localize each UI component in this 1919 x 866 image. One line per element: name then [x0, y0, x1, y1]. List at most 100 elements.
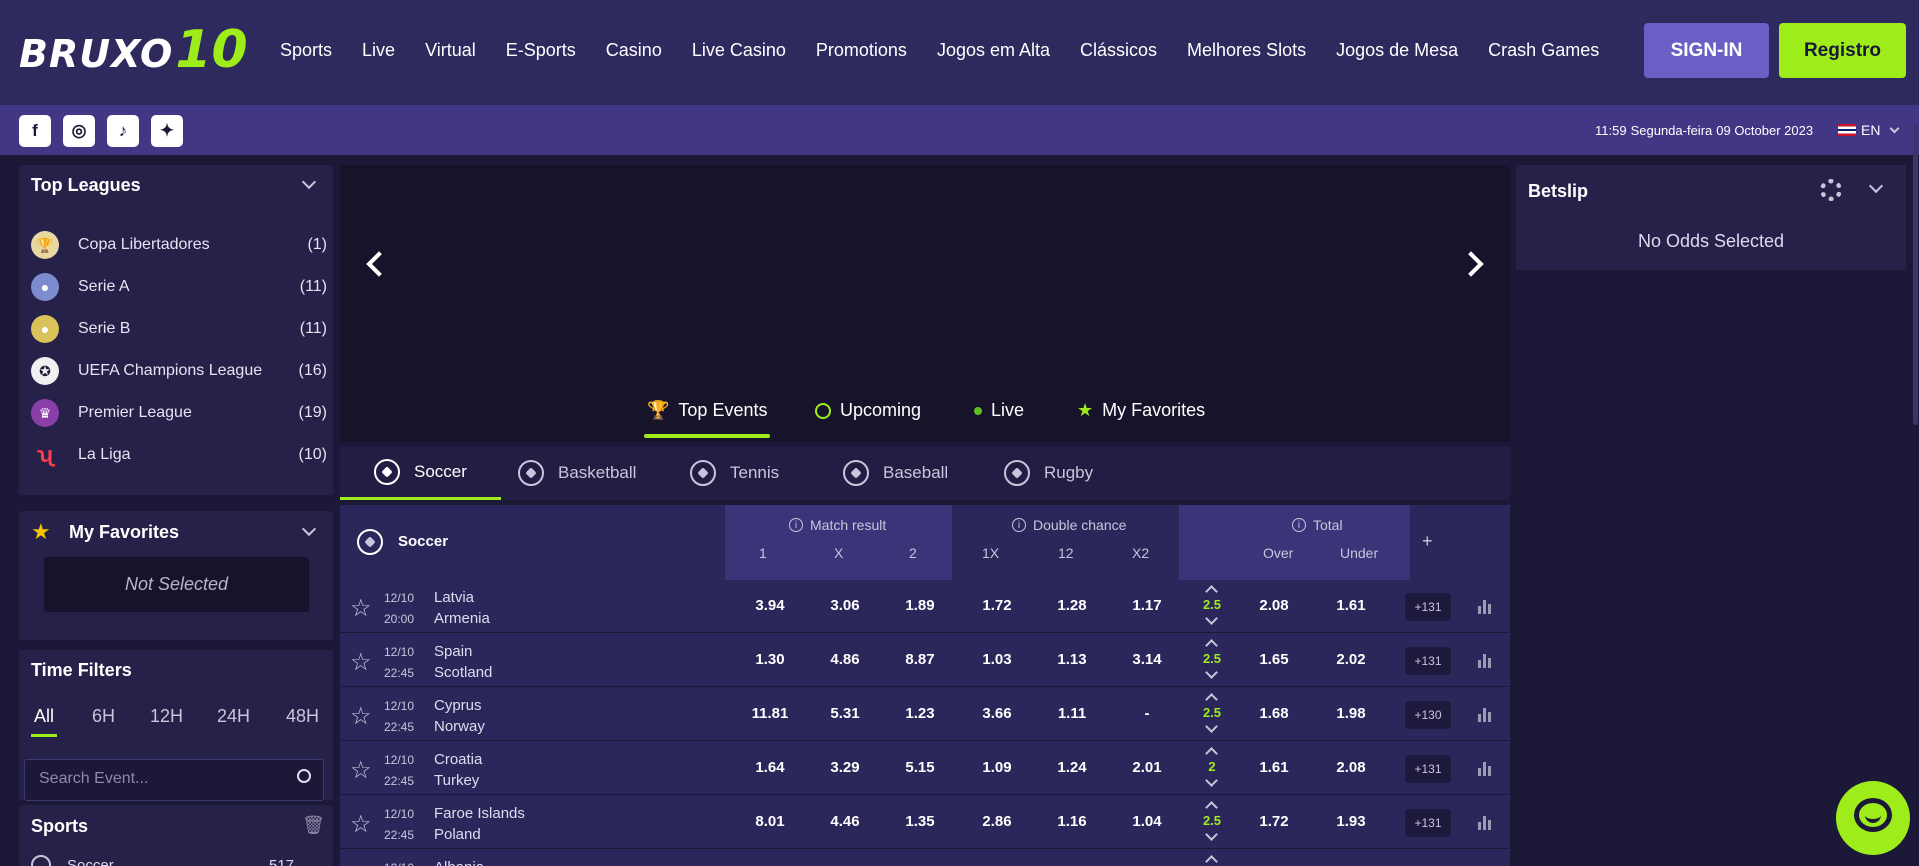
chevron-left-icon[interactable] [366, 251, 392, 277]
nav-live[interactable]: Live [362, 40, 395, 61]
more-markets-button[interactable]: +131 [1405, 593, 1451, 621]
odd-button[interactable]: 1.72 [967, 597, 1027, 614]
logo[interactable]: BRUXO 10 [19, 24, 248, 76]
odd-button[interactable]: 1.04 [1117, 813, 1177, 830]
nav-virtual[interactable]: Virtual [425, 40, 476, 61]
odd-button[interactable]: 3.06 [815, 597, 875, 614]
league-item-serie-a[interactable]: ● Serie A (11) [31, 270, 327, 304]
odd-button[interactable]: 1.30 [740, 651, 800, 668]
odd-button[interactable]: 1.89 [890, 597, 950, 614]
odd-button[interactable]: 3.94 [740, 597, 800, 614]
favorite-star-icon[interactable]: ☆ [350, 756, 372, 785]
favorite-star-icon[interactable]: ☆ [350, 594, 372, 623]
chevron-down-icon[interactable] [1205, 774, 1218, 787]
chevron-down-icon[interactable] [1205, 666, 1218, 679]
odd-button[interactable]: 4.46 [815, 813, 875, 830]
chevron-down-icon[interactable] [1205, 720, 1218, 733]
nav-promotions[interactable]: Promotions [816, 40, 907, 61]
nav-live-casino[interactable]: Live Casino [692, 40, 786, 61]
chevron-up-icon[interactable] [1205, 585, 1218, 598]
odd-button[interactable]: 1.17 [1117, 597, 1177, 614]
over-odd-button[interactable]: 2.08 [1244, 597, 1304, 614]
info-icon[interactable]: i [1012, 518, 1026, 532]
tab-top-events[interactable]: 🏆 Top Events [643, 400, 771, 438]
odd-button[interactable]: 1.13 [1042, 651, 1102, 668]
league-item-copa-libertadores[interactable]: 🏆 Copa Libertadores (1) [31, 228, 327, 262]
over-odd-button[interactable]: 1.68 [1244, 705, 1304, 722]
plus-icon[interactable]: + [1422, 531, 1433, 552]
signin-button[interactable]: SIGN-IN [1644, 23, 1769, 78]
under-odd-button[interactable]: 2.08 [1321, 759, 1381, 776]
chevron-up-icon[interactable] [1205, 693, 1218, 706]
chevron-up-icon[interactable] [1205, 855, 1218, 866]
language-selector[interactable]: EN [1838, 122, 1900, 138]
chevron-up-icon[interactable] [1205, 747, 1218, 760]
under-odd-button[interactable]: 1.98 [1321, 705, 1381, 722]
league-item-serie-b[interactable]: ● Serie B (11) [31, 312, 327, 346]
odd-button[interactable]: 1.35 [890, 813, 950, 830]
over-odd-button[interactable]: 1.65 [1244, 651, 1304, 668]
search-event-input[interactable] [39, 770, 279, 788]
stats-icon[interactable] [1478, 814, 1494, 830]
tab-tennis[interactable]: Tennis [690, 446, 779, 500]
nav-crash-games[interactable]: Crash Games [1488, 40, 1599, 61]
tab-basketball[interactable]: Basketball [518, 446, 636, 500]
league-item-uefa-champions-league[interactable]: ✪ UEFA Champions League (16) [31, 354, 327, 388]
odd-button[interactable]: 2.86 [967, 813, 1027, 830]
nav-jogos-de-mesa[interactable]: Jogos de Mesa [1336, 40, 1458, 61]
tab-soccer[interactable]: Soccer [340, 446, 501, 500]
time-filter-all[interactable]: All [34, 706, 54, 727]
nav-melhores-slots[interactable]: Melhores Slots [1187, 40, 1306, 61]
chevron-down-icon[interactable] [301, 174, 317, 190]
odd-button[interactable]: 3.14 [1117, 651, 1177, 668]
odd-button[interactable]: 3.66 [967, 705, 1027, 722]
trash-icon[interactable]: 🗑 [302, 815, 325, 836]
sport-item-soccer[interactable]: Soccer [67, 857, 114, 866]
more-markets-button[interactable]: +131 [1405, 647, 1451, 675]
chevron-up-icon[interactable] [1205, 639, 1218, 652]
nav-esports[interactable]: E-Sports [506, 40, 576, 61]
favorite-star-icon[interactable]: ☆ [350, 702, 372, 731]
info-icon[interactable]: i [789, 518, 803, 532]
chevron-down-icon[interactable] [1868, 178, 1884, 194]
tab-baseball[interactable]: Baseball [843, 446, 948, 500]
time-filter-6h[interactable]: 6H [92, 706, 115, 727]
odd-button[interactable]: 11.81 [740, 705, 800, 722]
event-teams[interactable]: Latvia Armenia [434, 587, 490, 629]
info-icon[interactable]: i [1292, 518, 1306, 532]
favorite-star-icon[interactable]: ☆ [350, 810, 372, 839]
tab-live[interactable]: Live [974, 400, 1024, 421]
odd-button[interactable]: 1.11 [1042, 705, 1102, 722]
more-markets-button[interactable]: +131 [1405, 755, 1451, 783]
league-item-premier-league[interactable]: ♛ Premier League (19) [31, 396, 327, 430]
under-odd-button[interactable]: 1.61 [1321, 597, 1381, 614]
odd-button[interactable]: 1.23 [890, 705, 950, 722]
over-odd-button[interactable]: 1.72 [1244, 813, 1304, 830]
tab-rugby[interactable]: Rugby [1004, 446, 1093, 500]
odd-button[interactable]: 8.87 [890, 651, 950, 668]
event-teams[interactable]: Spain Scotland [434, 641, 492, 683]
odd-button[interactable]: 1.24 [1042, 759, 1102, 776]
event-teams[interactable]: Cyprus Norway [434, 695, 485, 737]
odd-button[interactable]: 1.64 [740, 759, 800, 776]
gear-icon[interactable] [1820, 179, 1842, 201]
time-filter-24h[interactable]: 24H [217, 706, 250, 727]
over-odd-button[interactable]: 1.61 [1244, 759, 1304, 776]
odd-button[interactable]: 5.15 [890, 759, 950, 776]
chat-button[interactable] [1836, 781, 1910, 855]
instagram-icon[interactable]: ◎ [63, 115, 95, 147]
stats-icon[interactable] [1478, 598, 1494, 614]
tab-upcoming[interactable]: Upcoming [815, 400, 921, 421]
time-filter-48h[interactable]: 48H [286, 706, 319, 727]
league-item-la-liga[interactable]: ʯ La Liga (10) [31, 438, 327, 472]
stats-icon[interactable] [1478, 652, 1494, 668]
odd-button[interactable]: 8.01 [740, 813, 800, 830]
facebook-icon[interactable]: f [19, 115, 51, 147]
under-odd-button[interactable]: 1.93 [1321, 813, 1381, 830]
under-odd-button[interactable]: 2.02 [1321, 651, 1381, 668]
event-teams[interactable]: Albania [434, 857, 484, 866]
nav-casino[interactable]: Casino [606, 40, 662, 61]
page-scrollbar[interactable] [1913, 125, 1918, 425]
favorite-star-icon[interactable]: ☆ [350, 648, 372, 677]
nav-classicos[interactable]: Clássicos [1080, 40, 1157, 61]
